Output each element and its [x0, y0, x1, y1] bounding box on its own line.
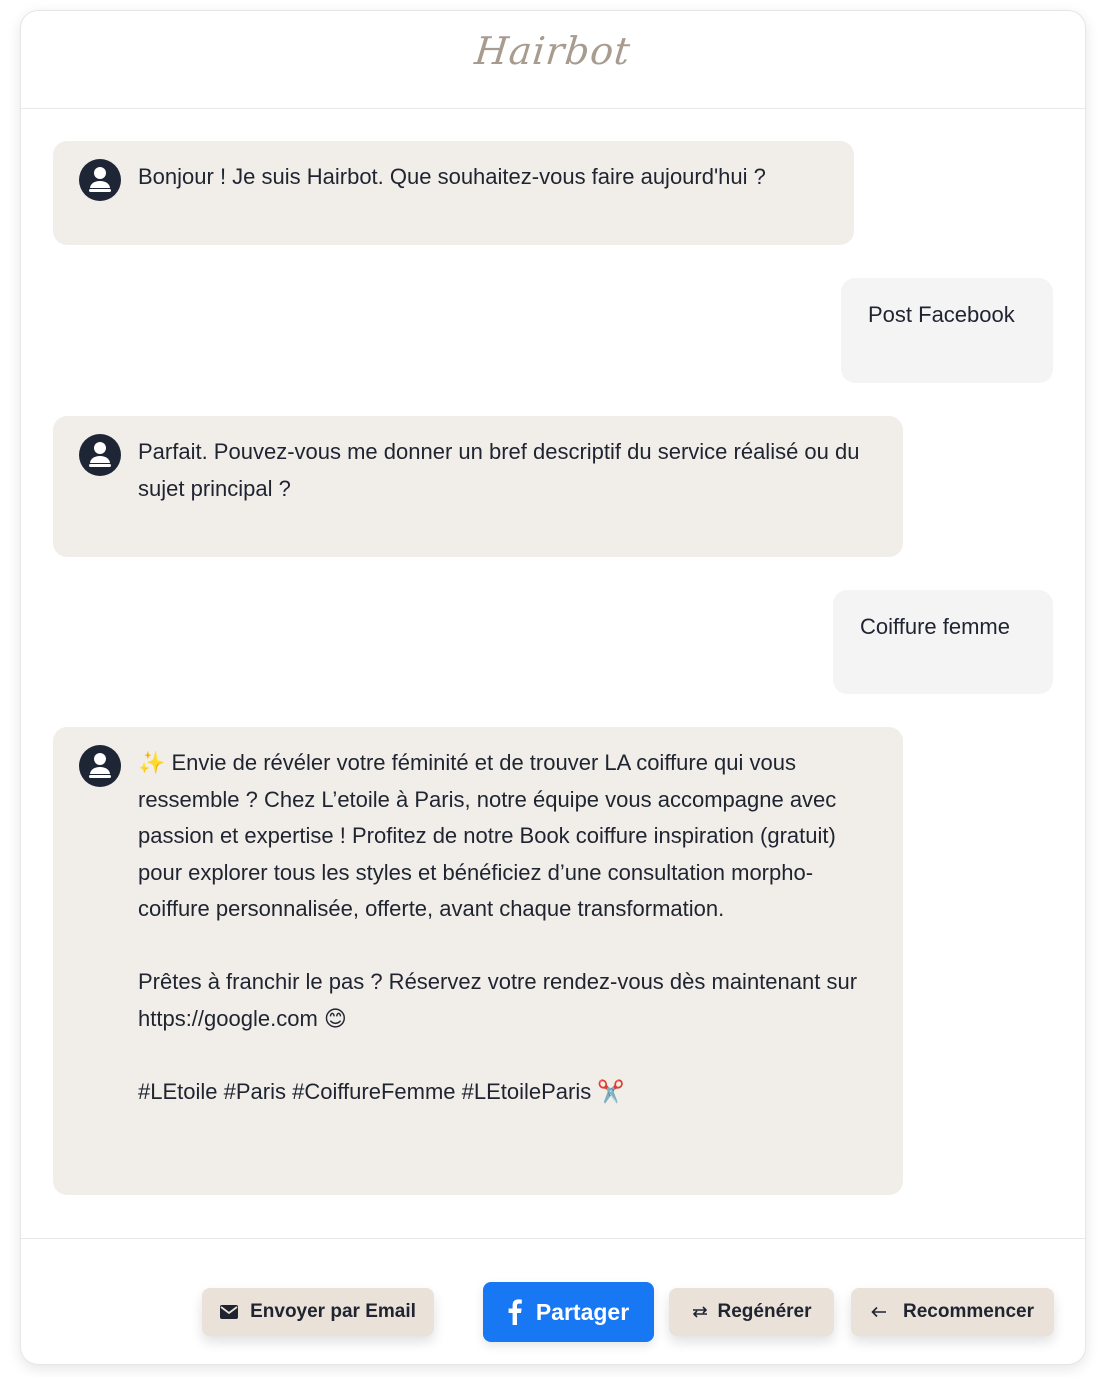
message-text: Parfait. Pouvez-vous me donner un bref d… [138, 439, 866, 501]
user-avatar-icon [79, 159, 121, 201]
user-avatar-icon [79, 434, 121, 476]
restart-button[interactable]: Recommencer [851, 1288, 1054, 1336]
send-email-button[interactable]: Envoyer par Email [202, 1288, 434, 1336]
user-avatar-icon [79, 745, 121, 787]
regenerate-button[interactable]: Regénérer [669, 1288, 834, 1336]
message-text: Post Facebook [868, 302, 1015, 327]
message-text: ✨ Envie de révéler votre féminité et de … [138, 750, 858, 1104]
regenerate-label: Regénérer [717, 1301, 812, 1322]
restart-label: Recommencer [903, 1301, 1034, 1322]
share-facebook-button[interactable]: Partager [483, 1282, 654, 1342]
user-message: Post Facebook [841, 278, 1053, 383]
app-header: Hairbot [21, 11, 1085, 109]
envelope-icon [220, 1305, 239, 1319]
bot-message: ✨ Envie de révéler votre féminité et de … [53, 727, 903, 1195]
bot-message: Parfait. Pouvez-vous me donner un bref d… [53, 416, 903, 557]
bot-message: Bonjour ! Je suis Hairbot. Que souhaitez… [53, 141, 854, 245]
user-message: Coiffure femme [833, 590, 1053, 694]
arrow-left-icon [871, 1306, 887, 1318]
message-text: Bonjour ! Je suis Hairbot. Que souhaitez… [138, 164, 766, 189]
app-logo: Hairbot [472, 29, 634, 73]
facebook-icon [508, 1299, 522, 1325]
swap-arrows-icon [692, 1306, 708, 1318]
chat-card: Hairbot Bonjour ! Je suis Hairbot. Que s… [20, 10, 1086, 1365]
message-text: Coiffure femme [860, 614, 1010, 639]
send-email-label: Envoyer par Email [250, 1301, 416, 1322]
footer-divider [21, 1238, 1085, 1239]
share-label: Partager [535, 1298, 630, 1325]
